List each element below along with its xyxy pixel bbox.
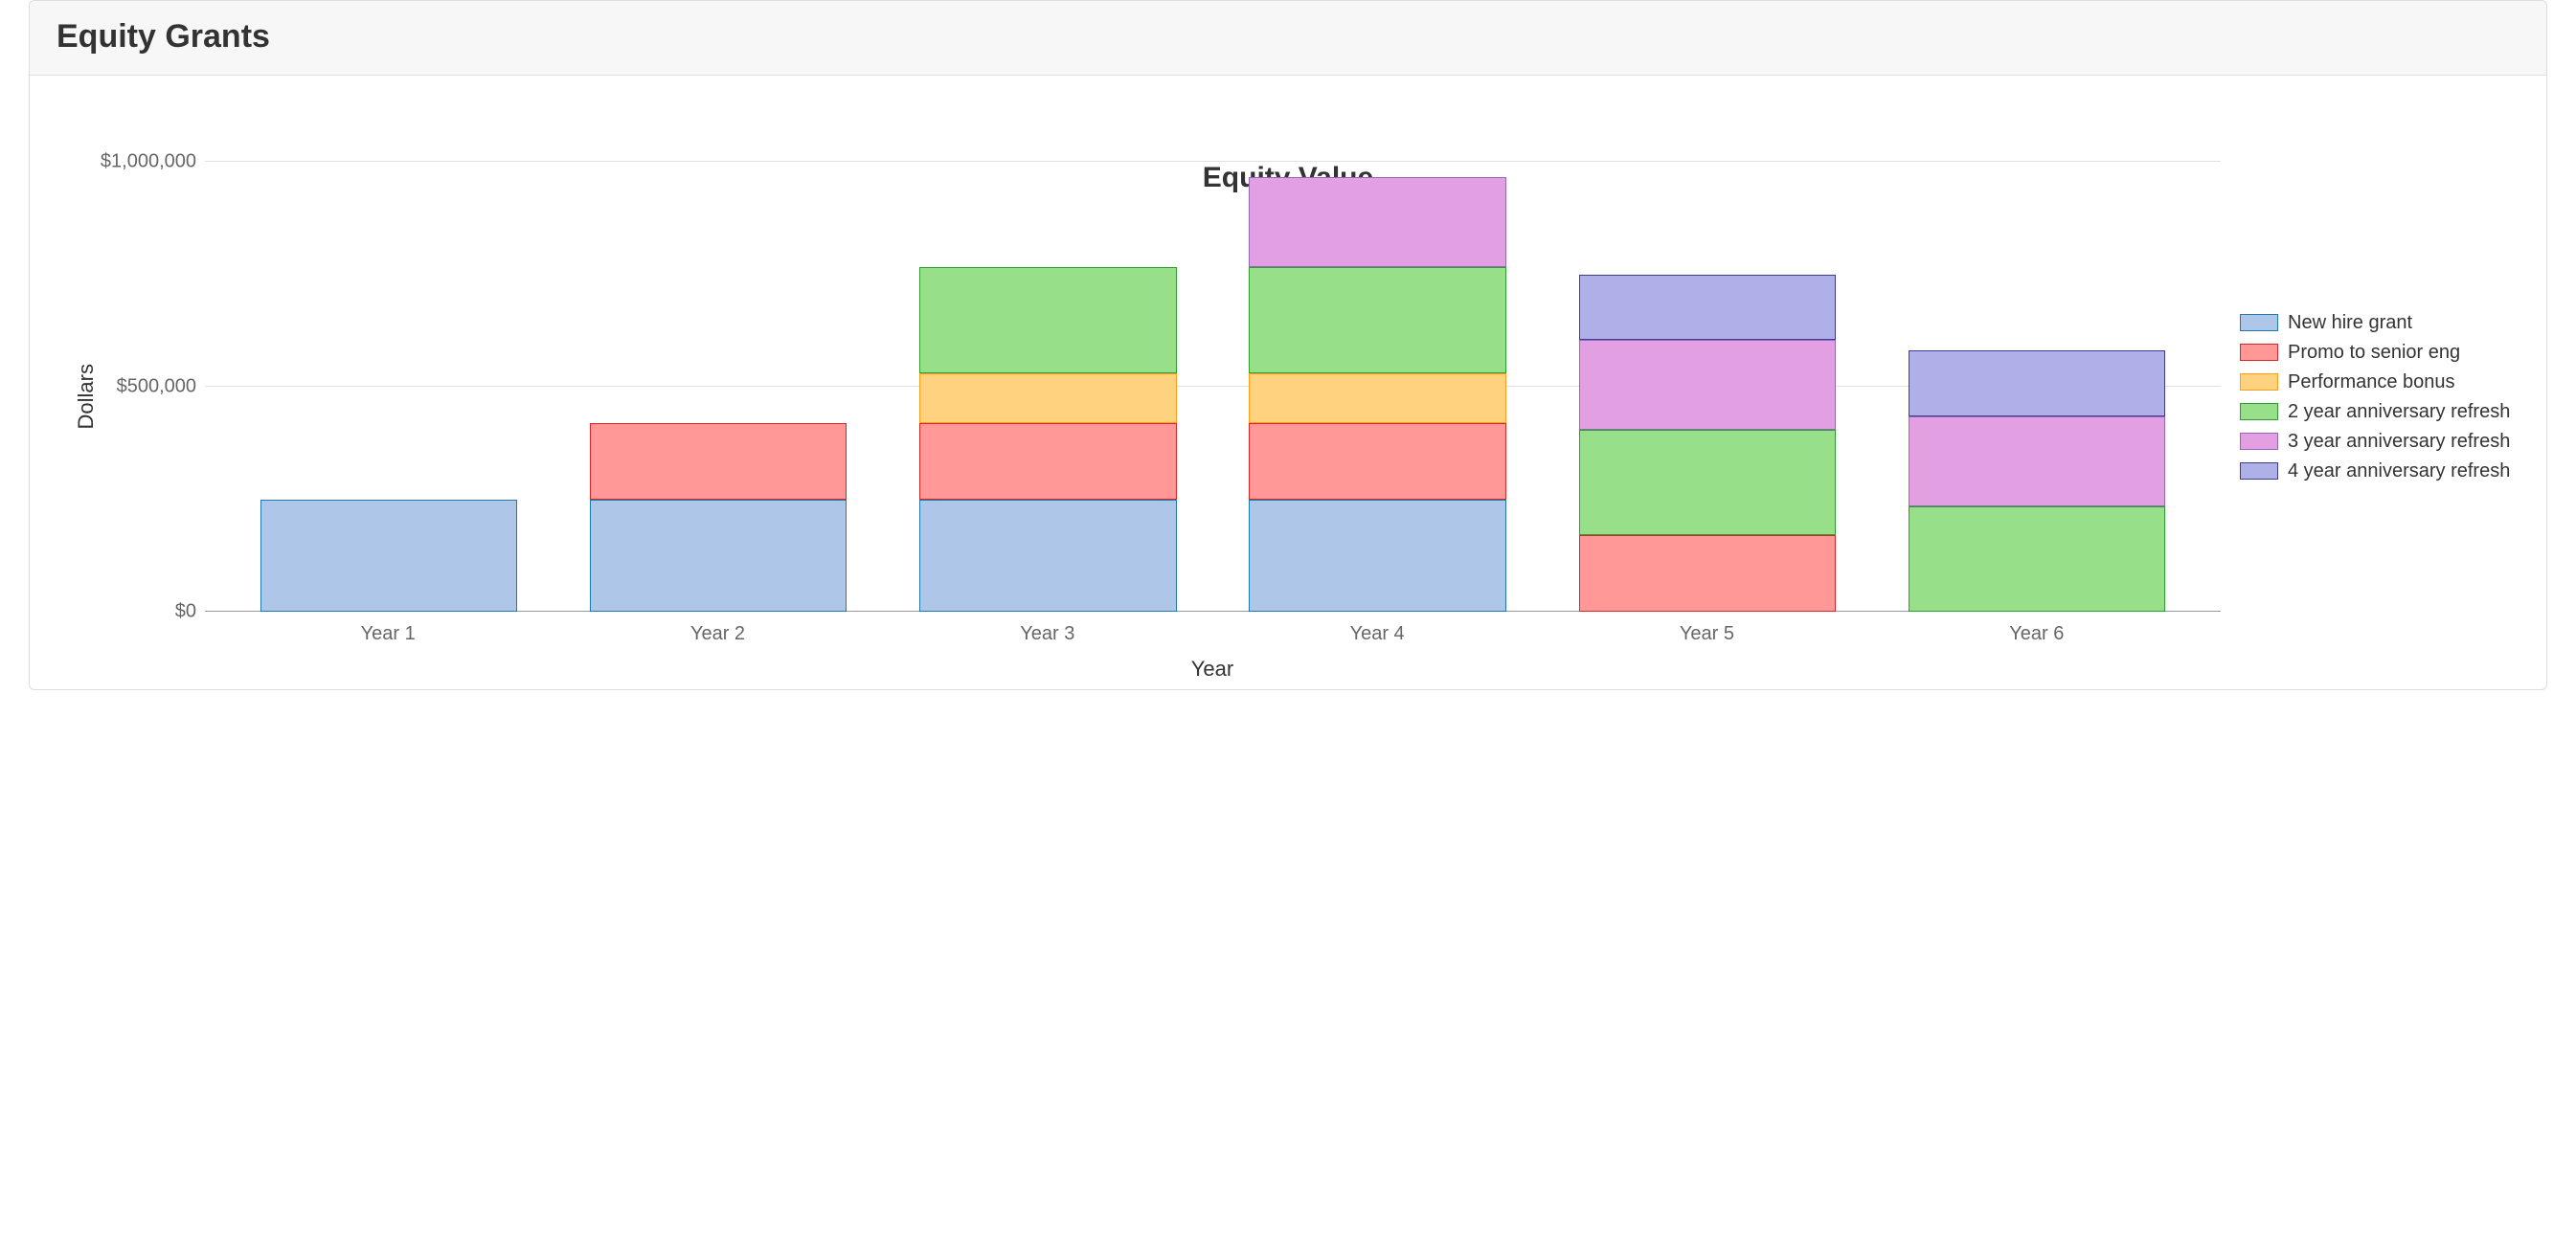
x-tick-label: Year 1 (223, 623, 553, 645)
y-axis-ticks: $0$500,000$1,000,000 (99, 162, 204, 612)
panel-title: Equity Grants (56, 18, 2520, 56)
y-tick-label: $1,000,000 (101, 151, 196, 173)
x-tick-label: Year 2 (553, 623, 882, 645)
x-tick-label: Year 3 (883, 623, 1212, 645)
legend: New hire grant Promo to senior eng Perform… (2221, 162, 2527, 632)
stacked-bar (260, 500, 517, 613)
panel-header: Equity Grants (30, 1, 2546, 76)
y-axis-label: Dollars (68, 364, 99, 429)
panel-body: Equity Value Dollars $0$500,000$1,000,00… (30, 76, 2546, 689)
y-tick-label: $0 (175, 601, 196, 623)
bar-slot (554, 162, 883, 612)
plot-column: Year 1Year 2Year 3Year 4Year 5Year 6 Yea… (204, 162, 2221, 689)
legend-item[interactable]: 4 year anniversary refresh (2240, 460, 2527, 482)
x-tick-label: Year 6 (1872, 623, 2202, 645)
stacked-bar (1249, 177, 1505, 612)
bar-segment[interactable] (1579, 340, 1836, 430)
bar-segment[interactable] (1249, 500, 1505, 613)
bar-segment[interactable] (1579, 430, 1836, 535)
bar-slot (1872, 162, 2202, 612)
bar-slot (883, 162, 1212, 612)
legend-item[interactable]: 2 year anniversary refresh (2240, 401, 2527, 423)
bar-segment[interactable] (919, 373, 1176, 423)
legend-item[interactable]: New hire grant (2240, 312, 2527, 334)
bar-slot (224, 162, 554, 612)
bar-segment[interactable] (590, 500, 847, 613)
legend-item[interactable]: Performance bonus (2240, 371, 2527, 393)
bar-segment[interactable] (590, 423, 847, 500)
bar-segment[interactable] (919, 423, 1176, 500)
legend-label: Promo to senior eng (2288, 342, 2460, 364)
bar-slot (1543, 162, 1872, 612)
bar-segment[interactable] (1249, 177, 1505, 267)
legend-item[interactable]: Promo to senior eng (2240, 342, 2527, 364)
bar-segment[interactable] (1249, 423, 1505, 500)
bar-segment[interactable] (1909, 350, 2165, 415)
x-tick-label: Year 4 (1212, 623, 1542, 645)
legend-swatch (2240, 433, 2278, 450)
legend-label: 2 year anniversary refresh (2288, 401, 2510, 423)
chart: Dollars $0$500,000$1,000,000 Year 1Year … (30, 85, 2546, 689)
bar-segment[interactable] (1249, 267, 1505, 372)
bar-segment[interactable] (1579, 275, 1836, 340)
legend-label: 3 year anniversary refresh (2288, 431, 2510, 453)
legend-label: New hire grant (2288, 312, 2412, 334)
x-axis-label: Year (204, 645, 2221, 689)
plot-area (204, 162, 2221, 612)
bars-container (205, 162, 2221, 612)
x-tick-label: Year 5 (1542, 623, 1871, 645)
stacked-bar (590, 423, 847, 612)
stacked-bar (1909, 350, 2165, 612)
bar-segment[interactable] (1909, 506, 2165, 612)
legend-swatch (2240, 403, 2278, 420)
x-axis-ticks: Year 1Year 2Year 3Year 4Year 5Year 6 (204, 612, 2221, 645)
legend-swatch (2240, 462, 2278, 480)
bar-segment[interactable] (919, 500, 1176, 613)
stacked-bar (1579, 275, 1836, 612)
stacked-bar (919, 267, 1176, 612)
bar-segment[interactable] (260, 500, 517, 613)
bar-segment[interactable] (919, 267, 1176, 372)
legend-item[interactable]: 3 year anniversary refresh (2240, 431, 2527, 453)
bar-segment[interactable] (1249, 373, 1505, 423)
legend-swatch (2240, 314, 2278, 331)
bar-segment[interactable] (1579, 535, 1836, 612)
legend-label: 4 year anniversary refresh (2288, 460, 2510, 482)
legend-label: Performance bonus (2288, 371, 2455, 393)
y-tick-label: $500,000 (117, 376, 196, 398)
equity-grants-panel: Equity Grants Equity Value Dollars $0$50… (29, 0, 2547, 690)
bar-slot (1213, 162, 1543, 612)
bar-segment[interactable] (1909, 416, 2165, 506)
legend-swatch (2240, 373, 2278, 391)
legend-swatch (2240, 344, 2278, 361)
